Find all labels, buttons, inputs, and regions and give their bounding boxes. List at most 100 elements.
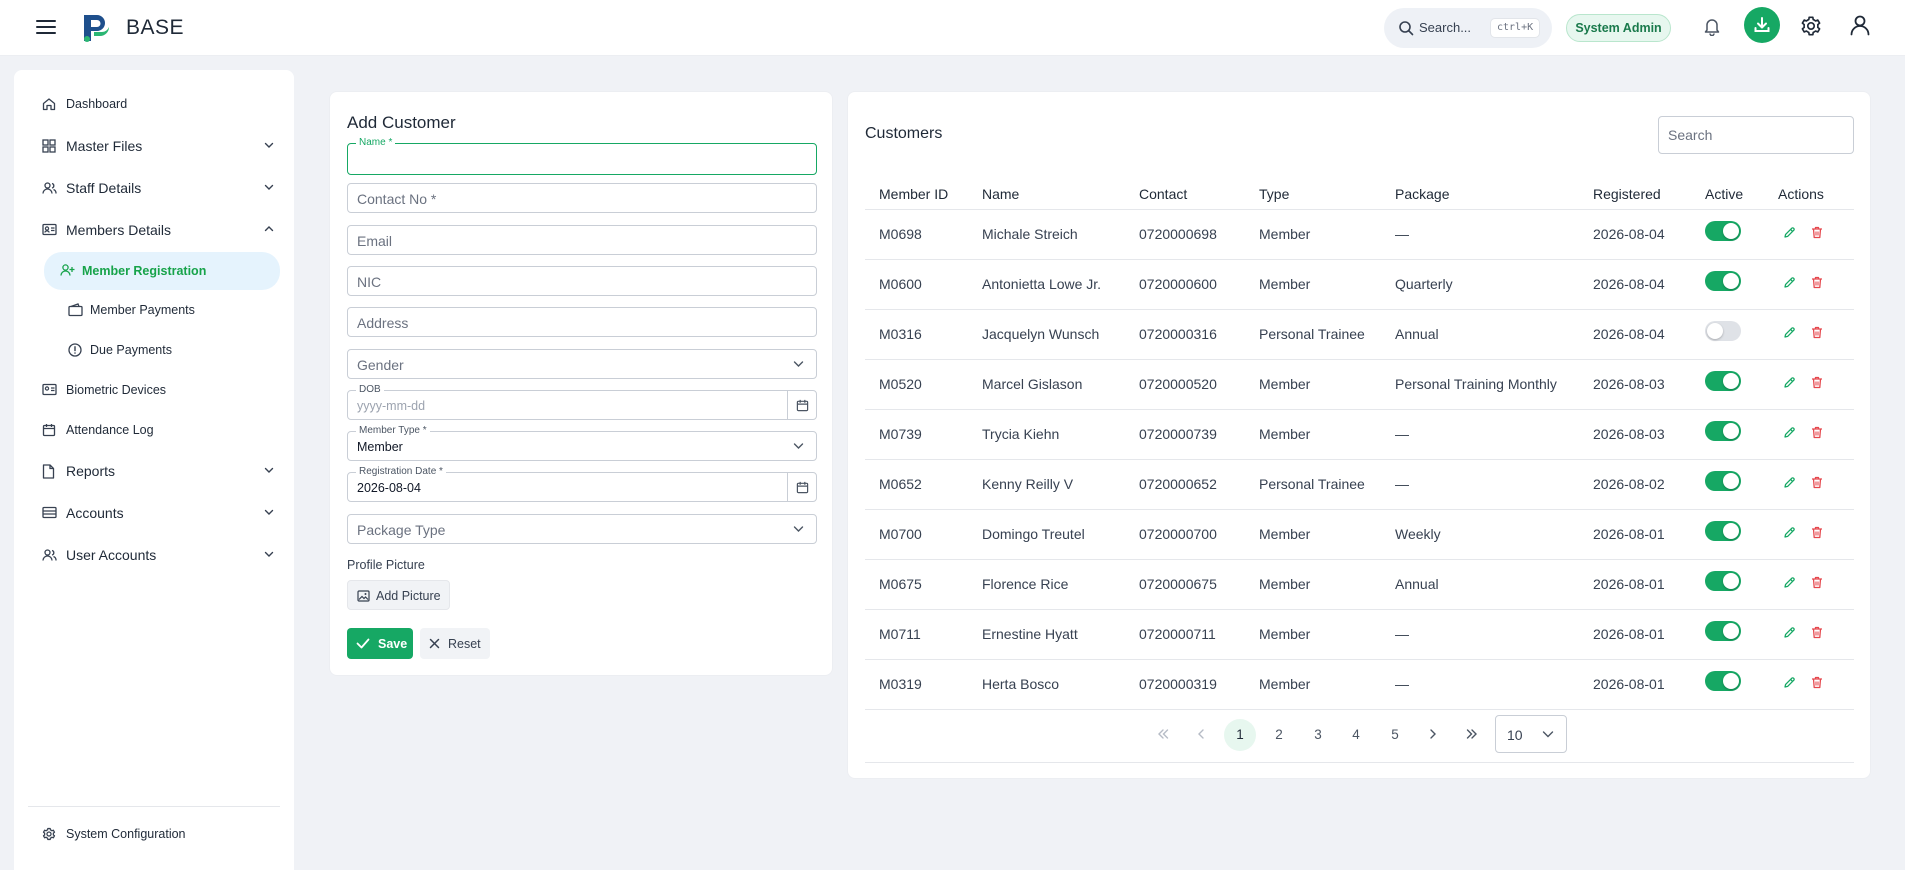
delete-icon[interactable] — [1811, 476, 1823, 489]
column-header-member-id[interactable]: Member ID — [879, 186, 948, 202]
calendar-icon[interactable] — [796, 399, 809, 412]
registration-date-label: Registration Date * — [356, 466, 446, 478]
page-button-5[interactable]: 5 — [1379, 719, 1411, 751]
page-button-3[interactable]: 3 — [1302, 719, 1334, 751]
first-page-button[interactable] — [1147, 719, 1179, 751]
delete-icon[interactable] — [1811, 676, 1823, 689]
edit-icon[interactable] — [1783, 576, 1796, 589]
sidebar-item-attendance-log[interactable]: Attendance Log — [24, 412, 284, 448]
delete-icon[interactable] — [1811, 226, 1823, 239]
delete-icon[interactable] — [1811, 326, 1823, 339]
sidebar-item-label: Members Details — [66, 222, 172, 238]
sidebar-item-biometric-devices[interactable]: Biometric Devices — [24, 372, 284, 408]
cell-registered: 2026-08-04 — [1593, 326, 1665, 342]
dob-field[interactable]: DOB yyyy-mm-dd — [347, 384, 817, 420]
member-type-select[interactable]: Member Type * Member — [347, 425, 817, 461]
edit-icon[interactable] — [1783, 676, 1796, 689]
sidebar-item-staff-details[interactable]: Staff Details — [24, 170, 284, 206]
table-search-input[interactable] — [1659, 117, 1853, 153]
page-button-2[interactable]: 2 — [1263, 719, 1295, 751]
last-page-button[interactable] — [1456, 719, 1488, 751]
active-toggle[interactable] — [1705, 321, 1741, 341]
sidebar-item-member-registration[interactable]: Member Registration — [44, 252, 280, 290]
sidebar-item-user-accounts[interactable]: User Accounts — [24, 537, 284, 573]
nic-field[interactable]: NIC — [347, 266, 817, 296]
sidebar-item-system-configuration[interactable]: System Configuration — [24, 816, 284, 852]
sidebar-item-reports[interactable]: Reports — [24, 453, 284, 489]
cell-contact: 0720000319 — [1139, 676, 1217, 692]
cell-registered: 2026-08-04 — [1593, 276, 1665, 292]
edit-icon[interactable] — [1783, 476, 1796, 489]
field-separator — [787, 473, 788, 501]
column-header-registered[interactable]: Registered — [1593, 186, 1661, 202]
next-page-button[interactable] — [1417, 719, 1449, 751]
active-toggle[interactable] — [1705, 371, 1741, 391]
gender-select[interactable]: Gender — [347, 349, 817, 379]
edit-icon[interactable] — [1783, 526, 1796, 539]
column-header-name[interactable]: Name — [982, 186, 1019, 202]
bell-icon[interactable] — [1703, 16, 1721, 36]
sidebar-item-members-details[interactable]: Members Details — [24, 212, 284, 248]
sidebar-item-label: User Accounts — [66, 547, 157, 563]
edit-icon[interactable] — [1783, 326, 1796, 339]
active-toggle[interactable] — [1705, 621, 1741, 641]
user-profile-icon[interactable] — [1849, 14, 1871, 36]
name-field[interactable]: Name * — [347, 137, 817, 175]
check-icon — [356, 638, 370, 649]
active-toggle[interactable] — [1705, 221, 1741, 241]
add-picture-button[interactable]: Add Picture — [347, 580, 450, 610]
active-toggle[interactable] — [1705, 471, 1741, 491]
cell-type: Personal Trainee — [1259, 326, 1365, 342]
email-field[interactable]: Email — [347, 225, 817, 255]
global-search[interactable]: Search... ctrl+K — [1384, 8, 1552, 48]
delete-icon[interactable] — [1811, 626, 1823, 639]
edit-icon[interactable] — [1783, 376, 1796, 389]
column-header-package[interactable]: Package — [1395, 186, 1449, 202]
sidebar-item-master-files[interactable]: Master Files — [24, 128, 284, 164]
delete-icon[interactable] — [1811, 526, 1823, 539]
sidebar-item-dashboard[interactable]: Dashboard — [24, 86, 284, 122]
page-size-select[interactable]: 10 — [1495, 715, 1567, 753]
page-button-1[interactable]: 1 — [1224, 719, 1256, 751]
active-toggle[interactable] — [1705, 421, 1741, 441]
table-search[interactable] — [1658, 116, 1854, 154]
address-field[interactable]: Address — [347, 307, 817, 337]
toggle-knob — [1723, 573, 1739, 589]
column-header-type[interactable]: Type — [1259, 186, 1289, 202]
registration-date-field[interactable]: Registration Date * 2026-08-04 — [347, 466, 817, 502]
save-button[interactable]: Save — [347, 628, 413, 659]
cell-member-id: M0711 — [879, 626, 921, 642]
delete-icon[interactable] — [1811, 426, 1823, 439]
edit-icon[interactable] — [1783, 276, 1796, 289]
cell-registered: 2026-08-03 — [1593, 376, 1665, 392]
download-button[interactable] — [1744, 7, 1780, 43]
delete-icon[interactable] — [1811, 276, 1823, 289]
delete-icon[interactable] — [1811, 576, 1823, 589]
delete-icon[interactable] — [1811, 376, 1823, 389]
calendar-icon[interactable] — [796, 481, 809, 494]
sidebar-item-member-payments[interactable]: Member Payments — [24, 292, 284, 328]
chevron-down-icon — [264, 550, 274, 558]
active-toggle[interactable] — [1705, 571, 1741, 591]
cell-registered: 2026-08-03 — [1593, 426, 1665, 442]
sidebar-item-accounts[interactable]: Accounts — [24, 495, 284, 531]
contact-no-field[interactable]: Contact No * — [347, 183, 817, 213]
email-placeholder: Email — [357, 233, 393, 249]
settings-gear-icon[interactable] — [1800, 15, 1822, 37]
package-type-select[interactable]: Package Type — [347, 514, 817, 544]
page-button-4[interactable]: 4 — [1340, 719, 1372, 751]
cell-package: Annual — [1395, 326, 1439, 342]
active-toggle[interactable] — [1705, 521, 1741, 541]
sidebar-item-label: Dashboard — [66, 97, 128, 111]
edit-icon[interactable] — [1783, 426, 1796, 439]
sidebar-item-due-payments[interactable]: Due Payments — [24, 332, 284, 368]
edit-icon[interactable] — [1783, 226, 1796, 239]
edit-icon[interactable] — [1783, 626, 1796, 639]
prev-page-button[interactable] — [1185, 719, 1217, 751]
sidebar-divider — [28, 806, 280, 807]
active-toggle[interactable] — [1705, 271, 1741, 291]
reset-button[interactable]: Reset — [420, 628, 490, 659]
active-toggle[interactable] — [1705, 671, 1741, 691]
column-header-contact[interactable]: Contact — [1139, 186, 1187, 202]
menu-icon[interactable] — [36, 16, 56, 38]
